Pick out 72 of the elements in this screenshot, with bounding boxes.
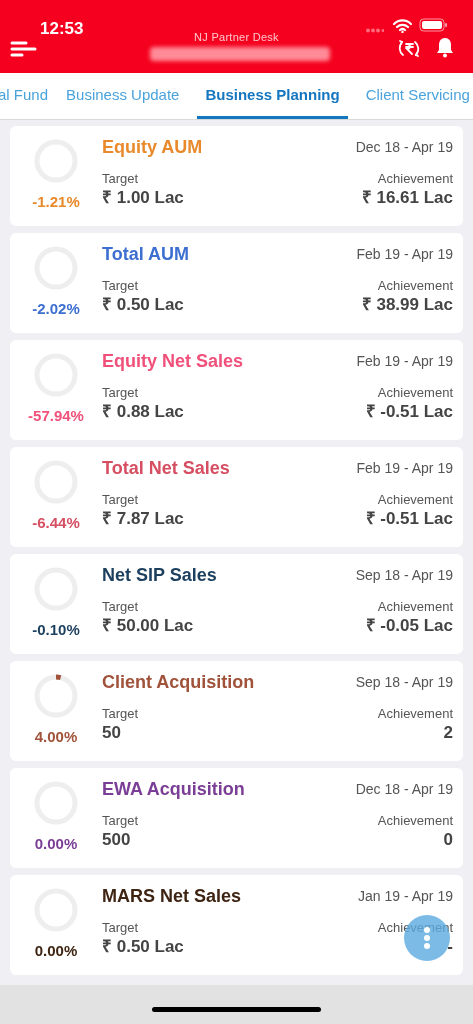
date-range: Feb 19 - Apr 19 xyxy=(356,352,453,371)
goal-card[interactable]: -57.94% Equity Net Sales Feb 19 - Apr 19 Target ₹ 0.88 Lac Achievement ₹ -0.51 Lac xyxy=(10,340,463,440)
target-value: ₹ 1.00 Lac xyxy=(102,187,184,209)
percent-value: 4.00% xyxy=(34,727,78,747)
achievement-label: Achievement xyxy=(377,813,453,829)
achievement-value: 2 xyxy=(443,722,453,744)
goal-card[interactable]: -6.44% Total Net Sales Feb 19 - Apr 19 Target ₹ 7.87 Lac Achievement ₹ -0.51 Lac xyxy=(10,447,463,547)
target-label: Target xyxy=(102,171,140,187)
achievement-label: Achievement xyxy=(377,492,453,508)
app-title: NJ Partner Desk xyxy=(193,30,280,45)
goal-card[interactable]: -2.02% Total AUM Feb 19 - Apr 19 Target ₹ 0.50 Lac Achievement ₹ 38.99 Lac xyxy=(10,233,463,333)
date-range: Jan 19 - Apr 19 xyxy=(358,887,453,906)
wifi-icon xyxy=(393,19,412,33)
achievement-label: Achievement xyxy=(377,278,453,294)
date-range: Feb 19 - Apr 19 xyxy=(356,245,453,264)
rupee-refresh-icon[interactable] xyxy=(397,38,421,59)
card-title: Total Net Sales xyxy=(102,457,230,480)
achievement-label: Achievement xyxy=(377,385,453,401)
target-label: Target xyxy=(102,492,140,508)
target-value: ₹ 0.50 Lac xyxy=(102,936,184,958)
signal-icon xyxy=(366,28,384,33)
target-label: Target xyxy=(102,385,140,401)
battery-icon xyxy=(419,18,448,32)
achievement-value: ₹ 16.61 Lac xyxy=(361,187,453,209)
date-range: Dec 18 - Apr 19 xyxy=(355,138,453,157)
achievement-value: ₹ -0.05 Lac xyxy=(365,615,453,637)
achievement-value: ₹ -0.51 Lac xyxy=(365,508,453,530)
percent-value: 0.00% xyxy=(34,834,78,854)
tab[interactable]: Business Planning xyxy=(197,73,348,119)
card-title: Total AUM xyxy=(102,243,189,266)
percent-value: -2.02% xyxy=(32,299,80,319)
target-label: Target xyxy=(102,920,140,936)
date-range: Sep 18 - Apr 19 xyxy=(355,566,453,585)
target-value: ₹ 0.50 Lac xyxy=(102,294,184,316)
achievement-label: Achievement xyxy=(377,706,453,722)
goal-card[interactable]: -0.10% Net SIP Sales Sep 18 - Apr 19 Target ₹ 50.00 Lac Achievement ₹ -0.05 Lac xyxy=(10,554,463,654)
menu-icon[interactable] xyxy=(10,41,37,57)
achievement-value: - xyxy=(447,936,453,958)
achievement-label: Achievement xyxy=(377,171,453,187)
date-range: Sep 18 - Apr 19 xyxy=(355,673,453,692)
card-title: Net SIP Sales xyxy=(102,564,217,587)
target-value: ₹ 50.00 Lac xyxy=(102,615,194,637)
percent-value: -6.44% xyxy=(32,513,80,533)
target-value: 500 xyxy=(102,829,132,851)
card-title: Client Acquisition xyxy=(102,671,255,694)
card-title: MARS Net Sales xyxy=(102,885,242,908)
date-range: Feb 19 - Apr 19 xyxy=(356,459,453,478)
target-label: Target xyxy=(102,706,139,722)
achievement-value: 0 xyxy=(443,829,453,851)
goal-card[interactable]: -1.21% Equity AUM Dec 18 - Apr 19 Target ₹ 1.00 Lac Achievement ₹ 16.61 Lac xyxy=(10,126,463,226)
card-title: EWA Acquisition xyxy=(102,778,245,801)
status-time: 12:53 xyxy=(40,18,84,40)
achievement-value: ₹ -0.51 Lac xyxy=(365,401,453,423)
percent-value: 0.00% xyxy=(34,941,78,961)
target-value: ₹ 0.88 Lac xyxy=(102,401,184,423)
goal-card[interactable]: 0.00% EWA Acquisition Dec 18 - Apr 19 Target 500 Achievement 0 xyxy=(10,768,463,868)
goal-card[interactable]: 4.00% Client Acquisition Sep 18 - Apr 19 Target 50 Achievement 2 xyxy=(10,661,463,761)
percent-value: -0.10% xyxy=(32,620,80,640)
percent-value: -1.21% xyxy=(32,192,80,212)
date-range: Dec 18 - Apr 19 xyxy=(355,780,453,799)
target-value: ₹ 7.87 Lac xyxy=(102,508,184,530)
progress-ring xyxy=(33,673,79,719)
card-title: Equity AUM xyxy=(102,136,203,159)
achievement-value: ₹ 38.99 Lac xyxy=(361,294,453,316)
bell-icon[interactable] xyxy=(436,37,454,58)
card-title: Equity Net Sales xyxy=(102,350,244,373)
percent-value: -57.94% xyxy=(28,406,84,426)
achievement-label: Achievement xyxy=(377,599,453,615)
target-label: Target xyxy=(102,278,140,294)
target-value: 50 xyxy=(102,722,122,744)
target-label: Target xyxy=(102,813,139,829)
target-label: Target xyxy=(102,599,140,615)
